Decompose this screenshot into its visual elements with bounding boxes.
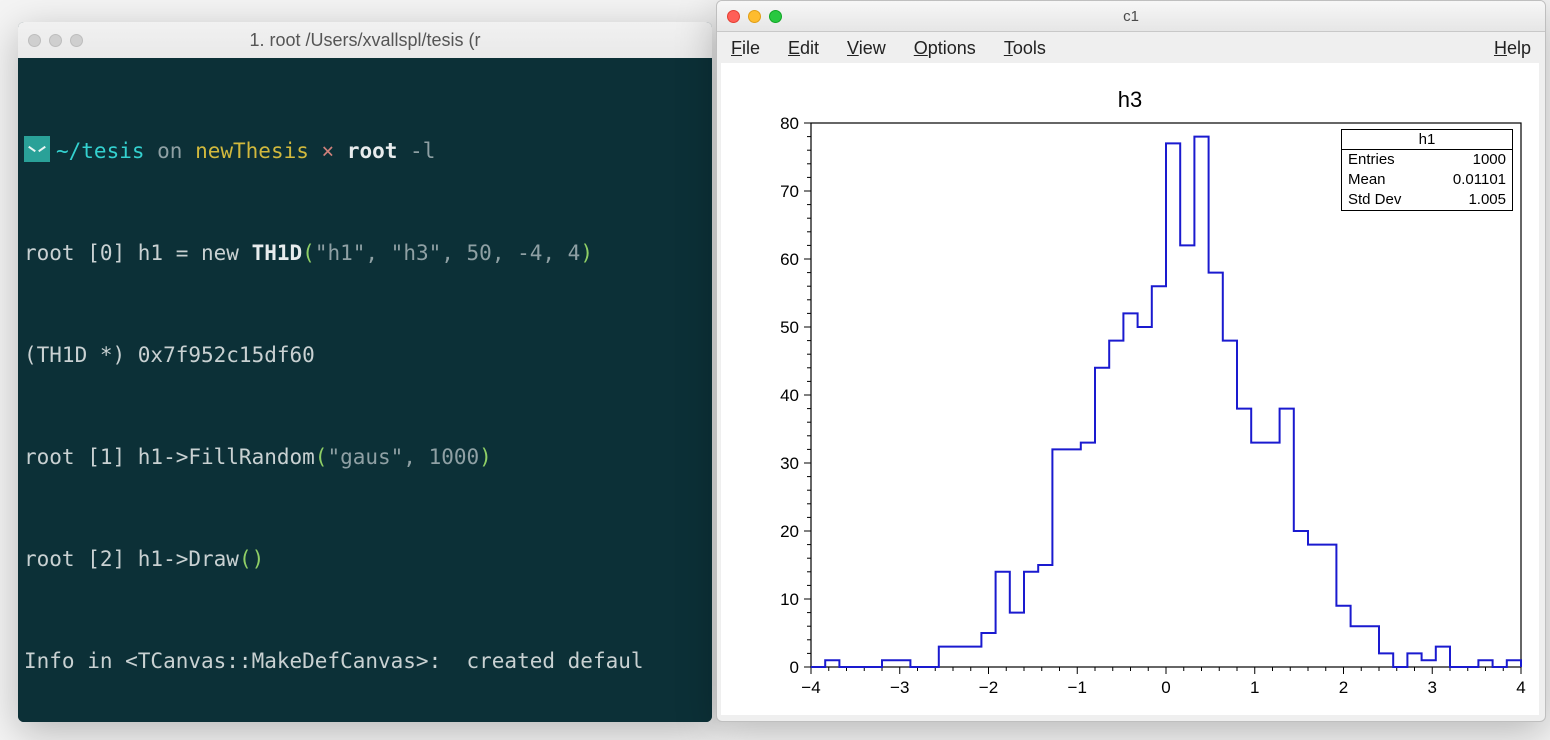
git-branch: newThesis bbox=[195, 139, 309, 163]
terminal-body[interactable]: ~/tesis on newThesis × root -l root [0] … bbox=[18, 58, 712, 722]
plot-title: h3 bbox=[721, 63, 1539, 113]
svg-text:3: 3 bbox=[1428, 678, 1437, 697]
menu-file[interactable]: File bbox=[731, 38, 760, 59]
minimize-icon[interactable] bbox=[49, 34, 62, 47]
minimize-icon[interactable] bbox=[748, 10, 761, 23]
svg-text:0: 0 bbox=[790, 658, 799, 677]
terminal-title: 1. root /Users/xvallspl/tesis (r bbox=[18, 30, 712, 51]
window-controls bbox=[28, 34, 83, 47]
plot-area[interactable]: h3 0 10 20 30 40 50 60 70 80 −4 −3 −2 −1 0 1 2 3 4 h1 Ent… bbox=[721, 63, 1539, 715]
svg-text:0: 0 bbox=[1161, 678, 1170, 697]
terminal-window[interactable]: 1. root /Users/xvallspl/tesis (r ~/tesis… bbox=[18, 22, 712, 722]
stats-mean: 0.01101 bbox=[1453, 170, 1506, 190]
menu-edit[interactable]: Edit bbox=[788, 38, 819, 59]
svg-text:−3: −3 bbox=[890, 678, 909, 697]
svg-text:50: 50 bbox=[780, 318, 799, 337]
canvas-window[interactable]: c1 File Edit View Options Tools Help h3 … bbox=[716, 0, 1546, 722]
svg-text:2: 2 bbox=[1339, 678, 1348, 697]
shell-badge-icon bbox=[24, 136, 50, 162]
command-name: root bbox=[347, 139, 398, 163]
svg-text:1: 1 bbox=[1250, 678, 1259, 697]
stats-std: 1.005 bbox=[1468, 190, 1506, 210]
prompt-path: ~/tesis bbox=[56, 139, 145, 163]
stats-entries: 1000 bbox=[1473, 150, 1506, 170]
canvas-menubar: File Edit View Options Tools Help bbox=[717, 32, 1545, 64]
menu-view[interactable]: View bbox=[847, 38, 886, 59]
close-icon[interactable] bbox=[727, 10, 740, 23]
svg-text:70: 70 bbox=[780, 182, 799, 201]
svg-text:−2: −2 bbox=[979, 678, 998, 697]
stats-box[interactable]: h1 Entries1000 Mean0.01101 Std Dev1.005 bbox=[1341, 129, 1513, 211]
svg-text:−4: −4 bbox=[801, 678, 820, 697]
terminal-titlebar[interactable]: 1. root /Users/xvallspl/tesis (r bbox=[18, 22, 712, 59]
menu-tools[interactable]: Tools bbox=[1004, 38, 1046, 59]
menu-options[interactable]: Options bbox=[914, 38, 976, 59]
stats-name: h1 bbox=[1342, 130, 1512, 150]
svg-text:80: 80 bbox=[780, 114, 799, 133]
zoom-icon[interactable] bbox=[70, 34, 83, 47]
svg-text:10: 10 bbox=[780, 590, 799, 609]
menu-help[interactable]: Help bbox=[1494, 38, 1531, 59]
svg-text:40: 40 bbox=[780, 386, 799, 405]
zoom-icon[interactable] bbox=[769, 10, 782, 23]
canvas-title: c1 bbox=[717, 8, 1545, 25]
window-controls bbox=[727, 10, 782, 23]
close-icon[interactable] bbox=[28, 34, 41, 47]
svg-text:−1: −1 bbox=[1068, 678, 1087, 697]
svg-text:20: 20 bbox=[780, 522, 799, 541]
svg-text:4: 4 bbox=[1516, 678, 1525, 697]
svg-text:60: 60 bbox=[780, 250, 799, 269]
svg-text:30: 30 bbox=[780, 454, 799, 473]
canvas-titlebar[interactable]: c1 bbox=[717, 1, 1545, 32]
